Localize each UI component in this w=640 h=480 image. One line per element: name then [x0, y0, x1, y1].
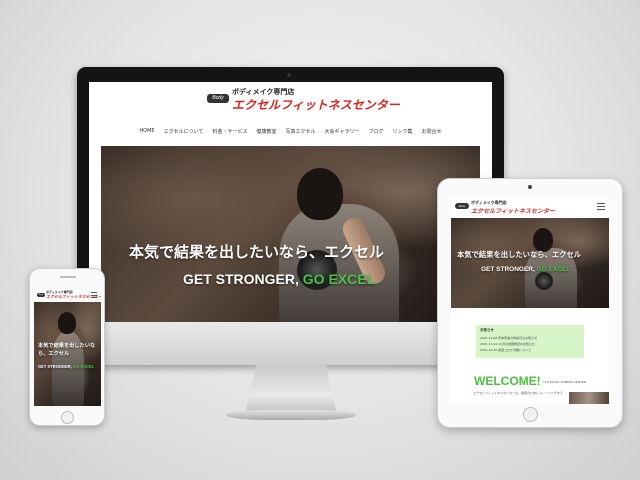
hero-headline-en: GET STRONGER, GO EXCEL [38, 364, 94, 369]
nav-item-about[interactable]: エクセルについて [164, 128, 204, 135]
hero-en-green: GO EXCEL [73, 364, 95, 369]
hero-headline-en: GET STRONGER, GO EXCEL [481, 266, 570, 273]
iphone-device: Body Make ボディメイク専門店 エクセルフィットネスセンター 本気で結果… [29, 268, 105, 426]
imac-screen: Body Make ボディメイク専門店 エクセルフィットネスセンター HOME … [89, 82, 492, 326]
news-item[interactable]: 2021.11.08 年末年始の休館日のお知らせ [480, 336, 580, 340]
iphone-screen: Body Make ボディメイク専門店 エクセルフィットネスセンター 本気で結果… [34, 289, 101, 406]
nav-item-links[interactable]: リンク集 [393, 128, 413, 135]
nav-item-health-class[interactable]: 健康教室 [256, 128, 276, 135]
news-item[interactable]: 2021.10.25 新型コロナ対策について [480, 348, 580, 352]
main-nav: HOME エクセルについて 料金・サービス 健康教室 写真エクセル 大会ギャラリ… [89, 122, 492, 140]
hamburger-menu-icon[interactable] [597, 203, 605, 210]
speaker-grille [60, 276, 76, 278]
site-header: Body Make ボディメイク専門店 エクセルフィットネスセンター [89, 82, 492, 118]
home-button[interactable] [523, 407, 538, 422]
news-title: お知らせ [480, 328, 494, 332]
logo-mark-icon[interactable]: Body Make [207, 94, 229, 110]
welcome-title: WELCOME! [474, 374, 541, 388]
athlete-head [533, 228, 553, 252]
hamburger-menu-icon[interactable] [91, 292, 97, 298]
welcome-text: エクセルフィットネスセンターは、健康のためにトレーニングする [473, 391, 563, 395]
logo-mark-icon[interactable]: Body Make [455, 203, 469, 214]
nav-item-contact[interactable]: お問合せ [422, 128, 442, 135]
nav-item-home[interactable]: HOME [139, 128, 154, 134]
logo-title[interactable]: エクセルフィットネスセンター [471, 206, 555, 215]
hero-image: 本気で結果を出したいなら、エクセル GET STRONGER, GO EXCEL [34, 302, 101, 406]
hero-en-white: GET STRONGER, [38, 364, 72, 369]
hero-headline-en: GET STRONGER, GO EXCEL [183, 271, 375, 287]
home-button[interactable] [61, 411, 74, 424]
hero-headline-jp: 本気で結果を出したいなら、エクセル [38, 343, 96, 357]
hero-en-green: GO EXCEL [302, 271, 376, 287]
hero-headline-jp: 本気で結果を出したいなら、エクセル [457, 250, 582, 259]
hero-image: 本気で結果を出したいなら、エクセル GET STRONGER, GO EXCEL [101, 146, 480, 326]
hero-headline-jp: 本気で結果を出したいなら、エクセル [129, 243, 385, 261]
dumbbell-icon [535, 272, 553, 290]
imac-base [226, 410, 356, 420]
logo-title[interactable]: エクセルフィットネスセンター [232, 96, 400, 113]
hero-image: 本気で結果を出したいなら、エクセル GET STRONGER, GO EXCEL [451, 218, 609, 308]
camera-dot [528, 185, 532, 189]
ipad-screen: Body Make ボディメイク専門店 エクセルフィットネスセンター 本気で結果… [451, 198, 609, 404]
hero-en-white: GET STRONGER, [481, 266, 535, 273]
nav-item-blog[interactable]: ブログ [369, 128, 384, 135]
imac-stand [245, 365, 337, 415]
news-item[interactable]: 2021.11.04 11月の健康教室のお知らせ [480, 342, 580, 346]
nav-item-pricing[interactable]: 料金・サービス [212, 128, 247, 135]
logo-mark-icon[interactable]: Body Make [37, 293, 45, 300]
hero-en-green: GO EXCEL [536, 266, 571, 273]
gym-photo-thumbnail [569, 392, 609, 404]
athlete-head [58, 312, 76, 334]
hero-en-white: GET STRONGER, [183, 271, 299, 287]
welcome-subtitle: I'T'S EXCEL FITNESS CENTER [543, 380, 586, 384]
nav-item-photos[interactable]: 写真エクセル [285, 128, 315, 135]
nav-item-gallery[interactable]: 大会ギャラリー [325, 128, 360, 135]
news-box: お知らせ 2021.11.08 年末年始の休館日のお知らせ 2021.11.04… [476, 325, 584, 358]
athlete-head [297, 168, 343, 220]
camera-dot [287, 73, 291, 77]
ipad-device: Body Make ボディメイク専門店 エクセルフィットネスセンター 本気で結果… [437, 178, 623, 428]
